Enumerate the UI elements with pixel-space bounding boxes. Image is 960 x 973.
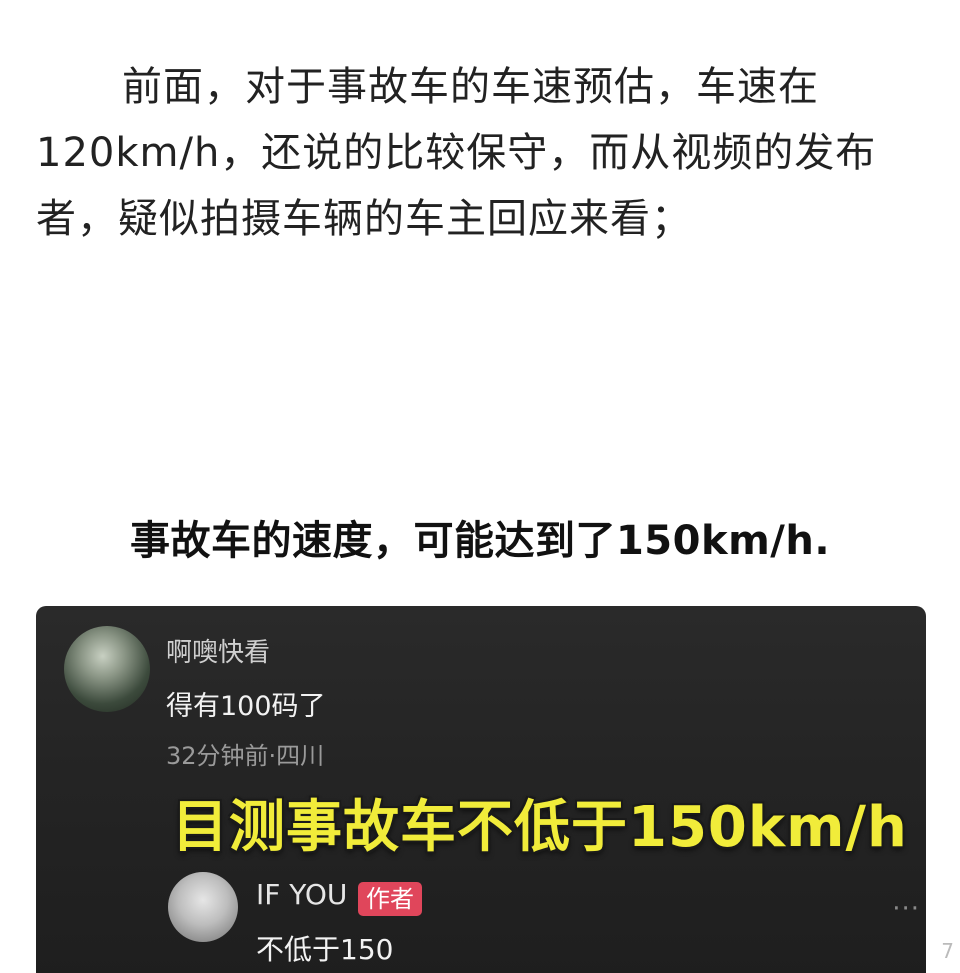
article-page: 前面，对于事故车的车速预估，车速在120km/h，还说的比较保守，而从视频的发布… [0,0,960,973]
author-reply-text: 不低于150 [256,933,394,966]
headline: 事故车的速度，可能达到了150km/h. [129,518,831,564]
page-corner-mark: 7 [941,939,954,963]
author-name: IF YOU [256,878,348,911]
comment-text: 得有100码了 [166,691,326,722]
author-badge: 作者 [358,882,422,916]
comment-screenshot: 啊噢快看 得有100码了 32分钟前·四川 目测事故车不低于150km/h IF… [36,606,926,973]
more-dots-icon: ··· [892,894,920,924]
caption-overlay: 目测事故车不低于150km/h [172,795,908,860]
commenter-avatar [64,626,150,712]
intro-paragraph: 前面，对于事故车的车速预估，车速在120km/h，还说的比较保守，而从视频的发布… [36,64,877,242]
commenter-name: 啊噢快看 [166,638,271,668]
comment-meta: 32分钟前·四川 [166,742,325,770]
author-avatar [168,872,238,942]
